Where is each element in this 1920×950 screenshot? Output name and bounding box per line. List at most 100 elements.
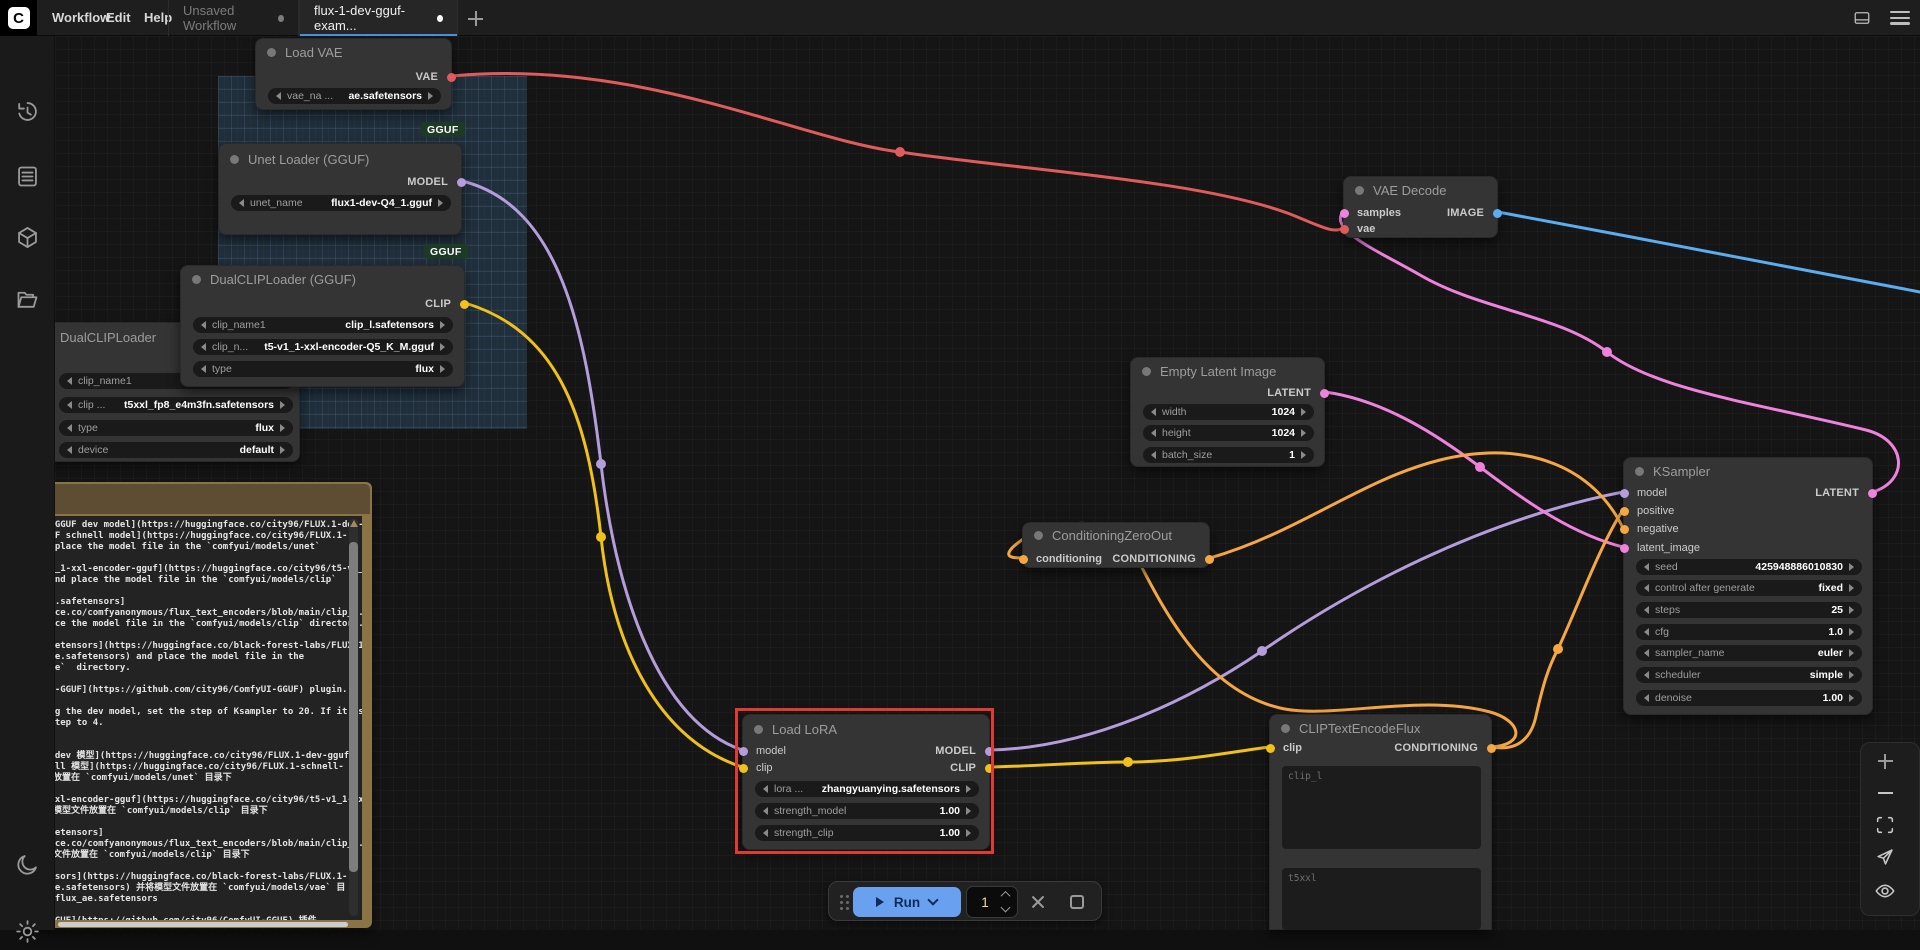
output-slot-clip[interactable]: CLIP	[743, 761, 989, 775]
increment-icon[interactable]	[438, 199, 443, 207]
widget-batch-size[interactable]: batch_size 1	[1143, 447, 1314, 463]
node-empty-latent-image[interactable]: Empty Latent Image LATENT width 1024 hei…	[1130, 357, 1325, 467]
widget-control-after-generate[interactable]: control after generate fixed	[1636, 580, 1862, 596]
model-slot-dot[interactable]	[985, 747, 994, 756]
increment-icon[interactable]	[1849, 628, 1854, 636]
widget-height[interactable]: height 1024	[1143, 425, 1314, 441]
output-slot-conditioning[interactable]: CONDITIONING	[1023, 552, 1209, 566]
widget-unet-name[interactable]: unet_name flux1-dev-Q4_1.gguf	[231, 195, 451, 211]
node-note[interactable]: : GGUF dev model](https://huggingface.co…	[30, 482, 372, 928]
image-slot-dot[interactable]	[1493, 209, 1502, 218]
decrement-icon[interactable]	[67, 377, 72, 385]
increment-icon[interactable]	[440, 365, 445, 373]
zoom-in-button[interactable]	[1871, 747, 1899, 775]
decrement-icon[interactable]	[239, 199, 244, 207]
widget-denoise[interactable]: denoise 1.00	[1636, 690, 1862, 706]
workflows-folder-icon[interactable]	[14, 286, 41, 313]
increment-icon[interactable]	[428, 92, 433, 100]
output-slot-clip[interactable]: CLIP	[181, 297, 464, 311]
toolbar-drag-handle[interactable]	[840, 895, 843, 898]
increment-icon[interactable]	[1849, 694, 1854, 702]
decrement-icon[interactable]	[276, 92, 281, 100]
decrement-icon[interactable]	[763, 829, 768, 837]
decrement-icon[interactable]	[67, 446, 72, 454]
increment-icon[interactable]	[280, 446, 285, 454]
increment-icon[interactable]	[1849, 671, 1854, 679]
zoom-out-button[interactable]	[1871, 779, 1899, 807]
output-slot-image[interactable]: IMAGE	[1344, 206, 1497, 220]
decrement-icon[interactable]	[763, 807, 768, 815]
increment-icon[interactable]	[440, 343, 445, 351]
comfyui-logo[interactable]: C	[0, 0, 37, 36]
widget-scheduler[interactable]: scheduler simple	[1636, 667, 1862, 683]
increment-icon[interactable]	[440, 321, 445, 329]
toggle-bottom-panel-icon[interactable]	[1852, 9, 1872, 27]
clip-l-prompt-textarea[interactable]: clip_l	[1282, 766, 1481, 849]
conditioning-slot-dot[interactable]	[1487, 744, 1496, 753]
model-slot-dot[interactable]	[457, 178, 466, 187]
stop-icon[interactable]	[1070, 895, 1084, 909]
output-slot-model[interactable]: MODEL	[743, 744, 989, 758]
node-conditioning-zero-out[interactable]: ConditioningZeroOut conditioning CONDITI…	[1022, 522, 1210, 568]
increment-icon[interactable]	[1849, 584, 1854, 592]
batch-count-input[interactable]	[971, 889, 999, 915]
toggle-link-visibility-eye-icon[interactable]	[1871, 877, 1899, 905]
output-slot-model[interactable]: MODEL	[219, 175, 461, 189]
widget-clip-name1[interactable]: clip_name1 clip_l.safetensors	[193, 317, 453, 333]
increment-icon[interactable]	[1301, 451, 1306, 459]
decrement-icon[interactable]	[763, 785, 768, 793]
decrement-icon[interactable]	[1644, 584, 1649, 592]
increment-icon[interactable]	[1849, 649, 1854, 657]
decrement-icon[interactable]	[1644, 606, 1649, 614]
decrement-icon[interactable]	[1644, 694, 1649, 702]
widget-width[interactable]: width 1024	[1143, 404, 1314, 420]
widget-type[interactable]: type flux	[59, 420, 293, 436]
decrement-icon[interactable]	[1644, 649, 1649, 657]
widget-cfg[interactable]: cfg 1.0	[1636, 624, 1862, 640]
node-dualcliploader-gguf[interactable]: DualCLIPLoader (GGUF) CLIP clip_name1 cl…	[180, 265, 465, 387]
conditioning-slot-dot[interactable]	[1620, 525, 1629, 534]
output-slot-conditioning[interactable]: CONDITIONING	[1270, 741, 1491, 755]
decrement-icon[interactable]	[201, 365, 206, 373]
tab-unsaved-workflow[interactable]: Unsaved Workflow	[168, 0, 299, 36]
node-load-vae[interactable]: Load VAE VAE vae_na ... ae.safetensors	[255, 38, 452, 110]
node-clip-text-encode-flux[interactable]: CLIPTextEncodeFlux clip CONDITIONING cli…	[1269, 714, 1492, 930]
note-header[interactable]	[32, 484, 370, 514]
widget-clip-name2[interactable]: clip_n... t5-v1_1-xxl-encoder-Q5_K_M.ggu…	[193, 339, 453, 355]
widget-sampler-name[interactable]: sampler_name euler	[1636, 645, 1862, 661]
increment-icon[interactable]	[280, 424, 285, 432]
decrement-icon[interactable]	[1644, 563, 1649, 571]
latent-slot-dot[interactable]	[1868, 489, 1877, 498]
vae-slot-dot[interactable]	[447, 73, 456, 82]
widget-lora-name[interactable]: lora ... zhangyuanying.safetensors	[755, 781, 979, 797]
node-unet-loader-gguf[interactable]: Unet Loader (GGUF) MODEL unet_name flux1…	[218, 143, 462, 235]
history-icon[interactable]	[14, 98, 41, 125]
widget-steps[interactable]: steps 25	[1636, 602, 1862, 618]
note-horizontal-scrollbar[interactable]	[58, 922, 348, 927]
widget-strength-clip[interactable]: strength_clip 1.00	[755, 825, 979, 841]
decrement-icon[interactable]	[1151, 429, 1156, 437]
increment-icon[interactable]	[1301, 408, 1306, 416]
widget-strength-model[interactable]: strength_model 1.00	[755, 803, 979, 819]
vae-slot-dot[interactable]	[1340, 225, 1349, 234]
decrement-icon[interactable]	[67, 401, 72, 409]
batch-increment-icon[interactable]	[1002, 891, 1011, 900]
node-ksampler[interactable]: KSampler model positive negative latent_…	[1623, 457, 1873, 715]
increment-icon[interactable]	[280, 401, 285, 409]
t5xxl-prompt-textarea[interactable]: t5xxl	[1282, 868, 1481, 930]
decrement-icon[interactable]	[1644, 671, 1649, 679]
output-slot-vae[interactable]: VAE	[256, 70, 451, 84]
output-slot-latent[interactable]: LATENT	[1624, 486, 1872, 500]
clear-queue-icon[interactable]	[1029, 893, 1047, 911]
input-slot-latent-image[interactable]: latent_image	[1624, 541, 1872, 555]
increment-icon[interactable]	[1301, 429, 1306, 437]
latent-slot-dot[interactable]	[1320, 389, 1329, 398]
latent-slot-dot[interactable]	[1620, 544, 1629, 553]
decrement-icon[interactable]	[1151, 408, 1156, 416]
conditioning-slot-dot[interactable]	[1205, 555, 1214, 564]
widget-vae-name[interactable]: vae_na ... ae.safetensors	[268, 88, 441, 104]
increment-icon[interactable]	[1849, 606, 1854, 614]
widget-type[interactable]: type flux	[193, 361, 453, 377]
node-load-lora[interactable]: Load LoRA model clip MODEL CLIP lora ...…	[742, 714, 990, 850]
conditioning-slot-dot[interactable]	[1620, 507, 1629, 516]
